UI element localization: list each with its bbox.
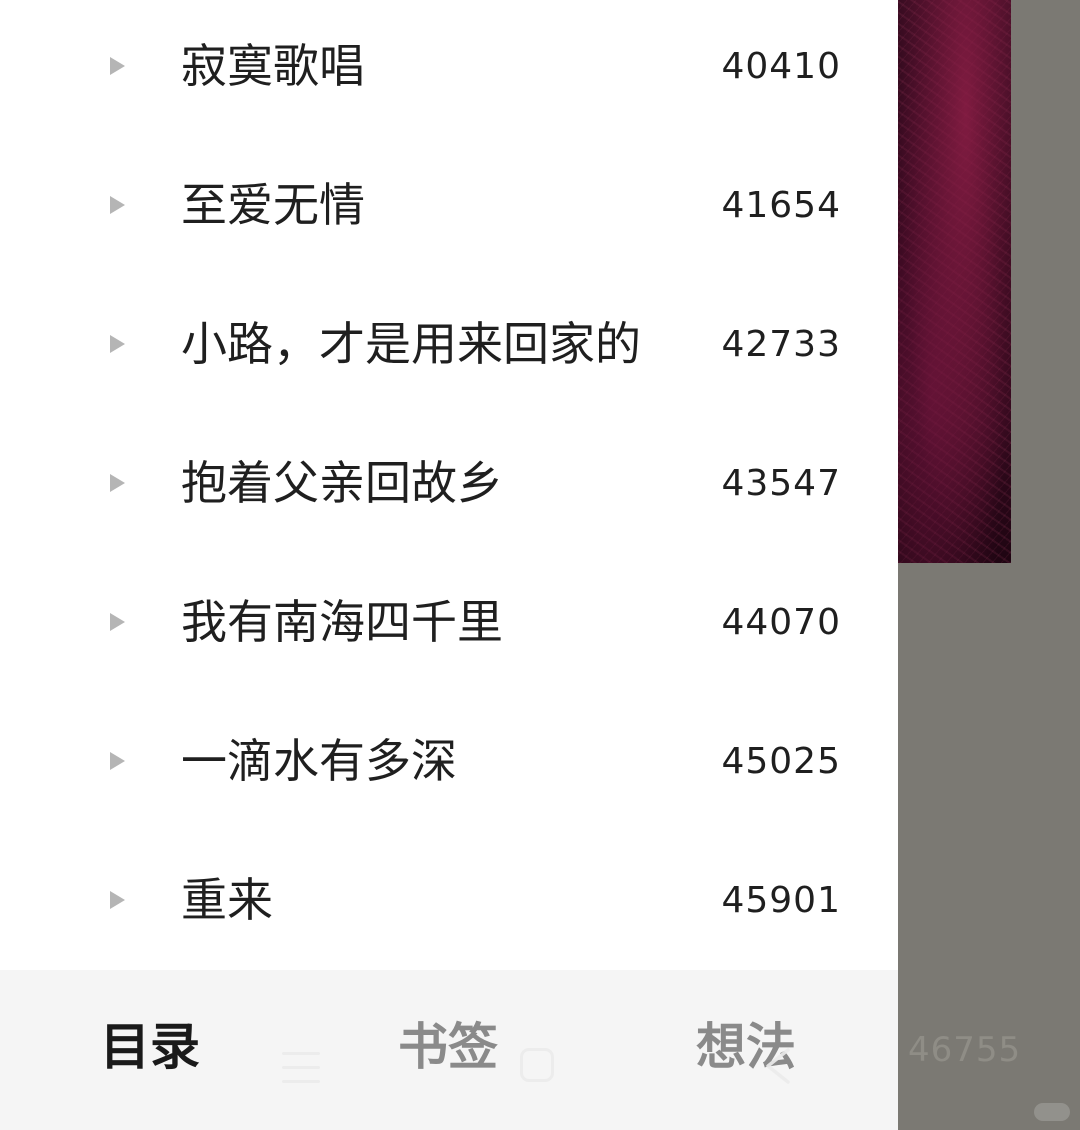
chapter-list: 寂寞歌唱 40410 至爱无情 41654 小路，才是用来回家的 42733 抱…: [0, 0, 898, 970]
book-cover-image: [898, 0, 1011, 563]
chapter-row[interactable]: 寂寞歌唱 40410: [0, 0, 898, 139]
expand-triangle-icon[interactable]: [110, 613, 125, 631]
chapter-page-number: 41654: [721, 185, 841, 226]
toc-drawer: 寂寞歌唱 40410 至爱无情 41654 小路，才是用来回家的 42733 抱…: [0, 0, 898, 1130]
chapter-row[interactable]: 重来 45901: [0, 834, 898, 973]
expand-triangle-icon[interactable]: [110, 196, 125, 214]
watermark: [1034, 1103, 1070, 1121]
chapter-row[interactable]: 一滴水有多深 45025: [0, 695, 898, 834]
tab-bookmark[interactable]: 书签: [398, 1022, 498, 1072]
chapter-row[interactable]: 我有南海四千里 44070: [0, 556, 898, 695]
chapter-title: 至爱无情: [181, 178, 365, 232]
expand-triangle-icon[interactable]: [110, 335, 125, 353]
chapter-title: 一滴水有多深: [181, 734, 457, 788]
home-square-icon[interactable]: [520, 1048, 554, 1082]
expand-triangle-icon[interactable]: [110, 891, 125, 909]
chapter-page-number: 45901: [721, 880, 841, 921]
chapter-row[interactable]: 至爱无情 41654: [0, 139, 898, 278]
chapter-title: 寂寞歌唱: [181, 39, 365, 93]
chapter-row[interactable]: 小路，才是用来回家的 42733: [0, 278, 898, 417]
chapter-page-number: 44070: [721, 602, 841, 643]
chapter-row[interactable]: 抱着父亲回故乡 43547: [0, 417, 898, 556]
expand-triangle-icon[interactable]: [110, 752, 125, 770]
chapter-title: 我有南海四千里: [181, 595, 503, 649]
chapter-page-number: 40410: [721, 46, 841, 87]
expand-triangle-icon[interactable]: [110, 474, 125, 492]
chapter-page-number: 42733: [721, 324, 841, 365]
background-page-number: 46755: [908, 1030, 1022, 1070]
tab-toc[interactable]: 目录: [100, 1022, 200, 1072]
chapter-title: 抱着父亲回故乡: [181, 456, 503, 510]
chapter-title: 小路，才是用来回家的: [181, 317, 641, 371]
chapter-page-number: 43547: [721, 463, 841, 504]
menu-lines-icon[interactable]: [282, 1050, 320, 1084]
chapter-title: 重来: [181, 873, 273, 927]
chevron-left-icon[interactable]: [760, 1046, 796, 1086]
chapter-page-number: 45025: [721, 741, 841, 782]
expand-triangle-icon[interactable]: [110, 57, 125, 75]
